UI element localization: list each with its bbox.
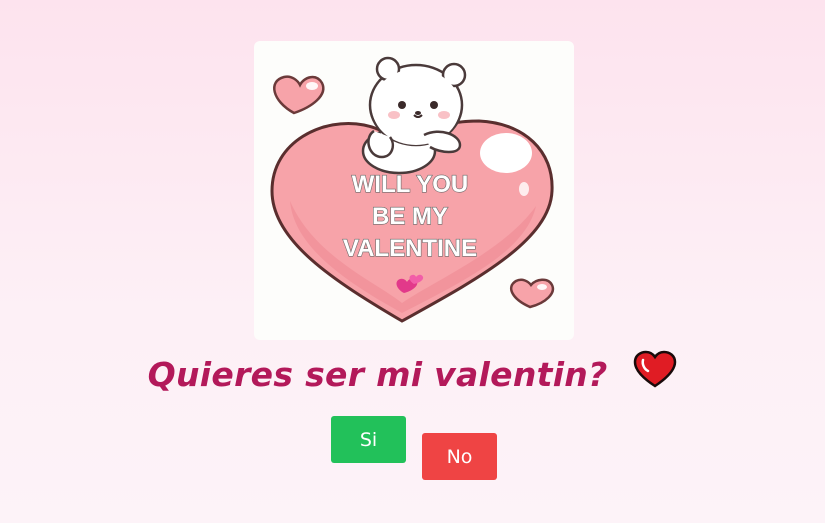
gif-text-line1: WILL YOU [352,171,468,198]
small-heart-icon [273,75,325,115]
gif-text-line2: BE MY [372,203,448,230]
no-button[interactable]: No [422,433,497,480]
question-text: Quieres ser mi valentin? [147,355,608,394]
yes-button[interactable]: Si [331,416,406,463]
gif-text-line3: VALENTINE [343,235,477,262]
valentine-question: Quieres ser mi valentin? [0,350,825,396]
valentine-gif: WILL YOU BE MY VALENTINE [254,41,574,340]
red-heart-icon [633,350,677,396]
small-heart-icon [510,278,555,309]
bear-heart-illustration: WILL YOU BE MY VALENTINE [270,56,555,323]
